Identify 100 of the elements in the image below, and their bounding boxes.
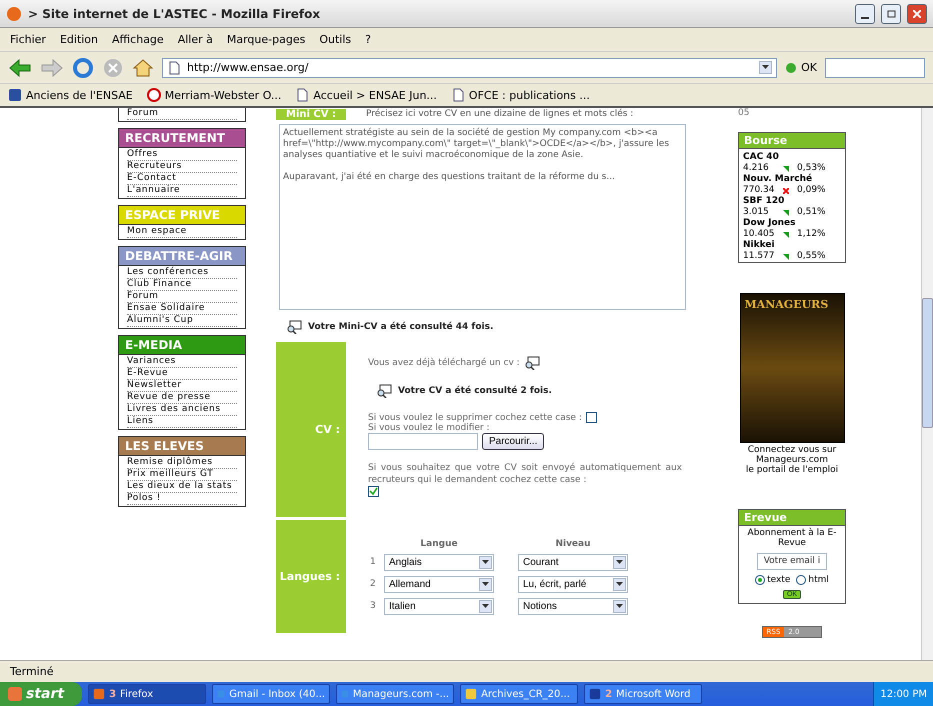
index-change: 1,12% — [797, 229, 827, 240]
view-count: Votre CV a été consulté 2 fois. — [398, 386, 552, 396]
start-button[interactable]: start — [0, 682, 82, 706]
minimize-button[interactable] — [855, 4, 875, 24]
index-change: 0,51% — [797, 207, 827, 218]
menu-item[interactable]: Outils — [319, 33, 352, 46]
dropdown-icon — [613, 578, 626, 590]
bookmark-link[interactable]: Accueil > ENSAE Jun... — [295, 88, 437, 102]
bookmark-link[interactable]: Merriam-Webster O... — [146, 88, 282, 102]
section-header: E-MEDIA — [119, 336, 245, 355]
delete-checkbox[interactable] — [586, 412, 597, 423]
back-icon[interactable] — [8, 58, 32, 78]
minimize-icon — [861, 16, 869, 18]
browse-button[interactable]: Parcourir... — [482, 433, 544, 450]
sidebar-link[interactable]: Ensae Solidaire — [127, 303, 237, 315]
panel-title: Erevue — [739, 510, 845, 526]
scrollbar[interactable] — [921, 108, 933, 660]
bookmark-link[interactable]: OFCE : publications ... — [450, 88, 590, 102]
sidebar-link[interactable]: Liens — [127, 416, 237, 428]
sidebar-link[interactable]: Club Finance — [127, 279, 237, 291]
address-field[interactable]: http://www.ensae.org/ — [162, 58, 778, 78]
delete-label: Si vous voulez le supprimer cochez cette case : — [368, 412, 582, 422]
sidebar-link[interactable]: E-Contact — [127, 173, 237, 185]
dropdown-icon — [479, 556, 492, 568]
document-icon — [589, 688, 602, 700]
reload-icon[interactable] — [72, 56, 94, 78]
view-count: Votre Mini-CV a été consulté 44 fois. — [308, 322, 494, 332]
section-label: CV : — [276, 342, 346, 517]
ad-banner[interactable]: MANAGEURS — [740, 293, 844, 443]
sidebar-link[interactable]: Recruteurs — [127, 161, 237, 173]
bookmark-link[interactable]: Anciens de l'ENSAE — [8, 88, 133, 102]
magnifier-icon — [286, 320, 302, 334]
level-select[interactable]: Notions — [518, 598, 628, 614]
field-hint: Précisez ici votre CV en une dizaine de lignes et mots clés : — [366, 109, 634, 119]
menu-item[interactable]: Aller à — [178, 33, 213, 46]
upload-text: Vous avez déjà téléchargé un cv : — [368, 358, 520, 368]
taskbar-button[interactable]: 3 Firefox — [88, 684, 206, 704]
home-icon[interactable] — [132, 56, 154, 78]
radio-button[interactable] — [796, 575, 806, 585]
dropdown-icon — [479, 578, 492, 590]
index-value: 770.34 — [743, 185, 776, 196]
section-label: Langues : — [276, 520, 346, 633]
go-icon — [785, 62, 798, 74]
page-icon — [295, 88, 310, 102]
sidebar-link[interactable]: Variances — [127, 356, 237, 368]
radio-label: html — [808, 575, 829, 585]
sidebar-link[interactable]: Newsletter — [127, 380, 237, 392]
ad-caption: Manageurs.com — [755, 455, 829, 465]
sidebar-link[interactable]: E-Revue — [127, 368, 237, 380]
file-field[interactable] — [368, 433, 478, 450]
sidebar-link[interactable]: Forum — [127, 108, 237, 120]
sidebar-link[interactable]: Remise diplômes — [127, 457, 237, 469]
language-select[interactable]: Italien — [384, 598, 494, 614]
email-field[interactable]: Votre email i — [757, 553, 827, 570]
sidebar-link[interactable]: Mon espace — [127, 226, 237, 238]
radio-label: texte — [767, 575, 790, 585]
index-value: 11.577 — [743, 251, 776, 262]
menu-item[interactable]: ? — [365, 33, 371, 46]
menu-item[interactable]: Edition — [60, 33, 98, 46]
sidebar-link[interactable]: Offres — [127, 149, 237, 161]
search-field[interactable] — [825, 58, 925, 78]
window-title: > Site internet de L'ASTEC - Mozilla Firefox — [28, 6, 322, 20]
menu-item[interactable]: Affichage — [112, 33, 164, 46]
sidebar-link[interactable]: Revue de presse — [127, 392, 237, 404]
sidebar-link[interactable]: Forum — [127, 291, 237, 303]
index-change: 0,09% — [797, 185, 827, 196]
go-button[interactable]: OK — [785, 61, 817, 74]
sidebar-link[interactable]: Les dieux de la stats — [127, 481, 237, 493]
language-select[interactable]: Allemand — [384, 576, 494, 592]
taskbar-button[interactable]: 2 Microsoft Word — [584, 684, 702, 704]
dropdown-icon — [479, 600, 492, 612]
row-number: 3 — [370, 601, 377, 611]
restore-button[interactable] — [881, 4, 901, 24]
browser-icon — [6, 6, 22, 22]
folder-icon — [465, 688, 478, 700]
menu-item[interactable]: Fichier — [10, 33, 46, 46]
sidebar-link[interactable]: Prix meilleurs GT — [127, 469, 237, 481]
section-header: DEBATTRE-AGIR — [119, 247, 245, 266]
sidebar-link[interactable]: Livres des anciens — [127, 404, 237, 416]
taskbar-button[interactable]: Gmail - Inbox (40... — [212, 684, 330, 704]
language-select[interactable]: Anglais — [384, 554, 494, 570]
menu-item[interactable]: Marque-pages — [226, 33, 306, 46]
modify-label: Si vous voulez le modifier : — [368, 423, 491, 433]
level-select[interactable]: Lu, écrit, parlé — [518, 576, 628, 592]
mini-cv-textarea[interactable]: Actuellement stratégiste au sein de la société de gestion My company.com <b><a href=\"http://www.mycompany.com\" target=\"_blank\">OCDE</a></b>, j'assure les analyses quantiative et le suivi macroéconomique de la zone Asie. Auparavant, j'ai été en charge des questions traitant de la réforme du s... — [279, 124, 686, 310]
sidebar-link[interactable]: Polos ! — [127, 493, 237, 505]
dropdown-icon — [613, 600, 626, 612]
index-change: 0,55% — [797, 251, 827, 262]
sidebar-link[interactable]: L'annuaire — [127, 185, 237, 197]
taskbar-button[interactable]: Archives_CR_20... — [460, 684, 578, 704]
sidebar-link[interactable]: Alumni's Cup — [127, 315, 237, 327]
radio-button[interactable] — [755, 575, 766, 585]
index-value: 3.015 — [743, 207, 770, 218]
taskbar-button[interactable]: Manageurs.com -... — [336, 684, 454, 704]
level-select[interactable]: Courant — [518, 554, 628, 570]
close-button[interactable] — [907, 4, 927, 24]
sidebar-link[interactable]: Les conférences — [127, 267, 237, 279]
section-label: Mini CV : — [276, 108, 346, 120]
index-name: Nikkei — [743, 240, 776, 251]
auto-send-checkbox[interactable] — [368, 486, 379, 497]
